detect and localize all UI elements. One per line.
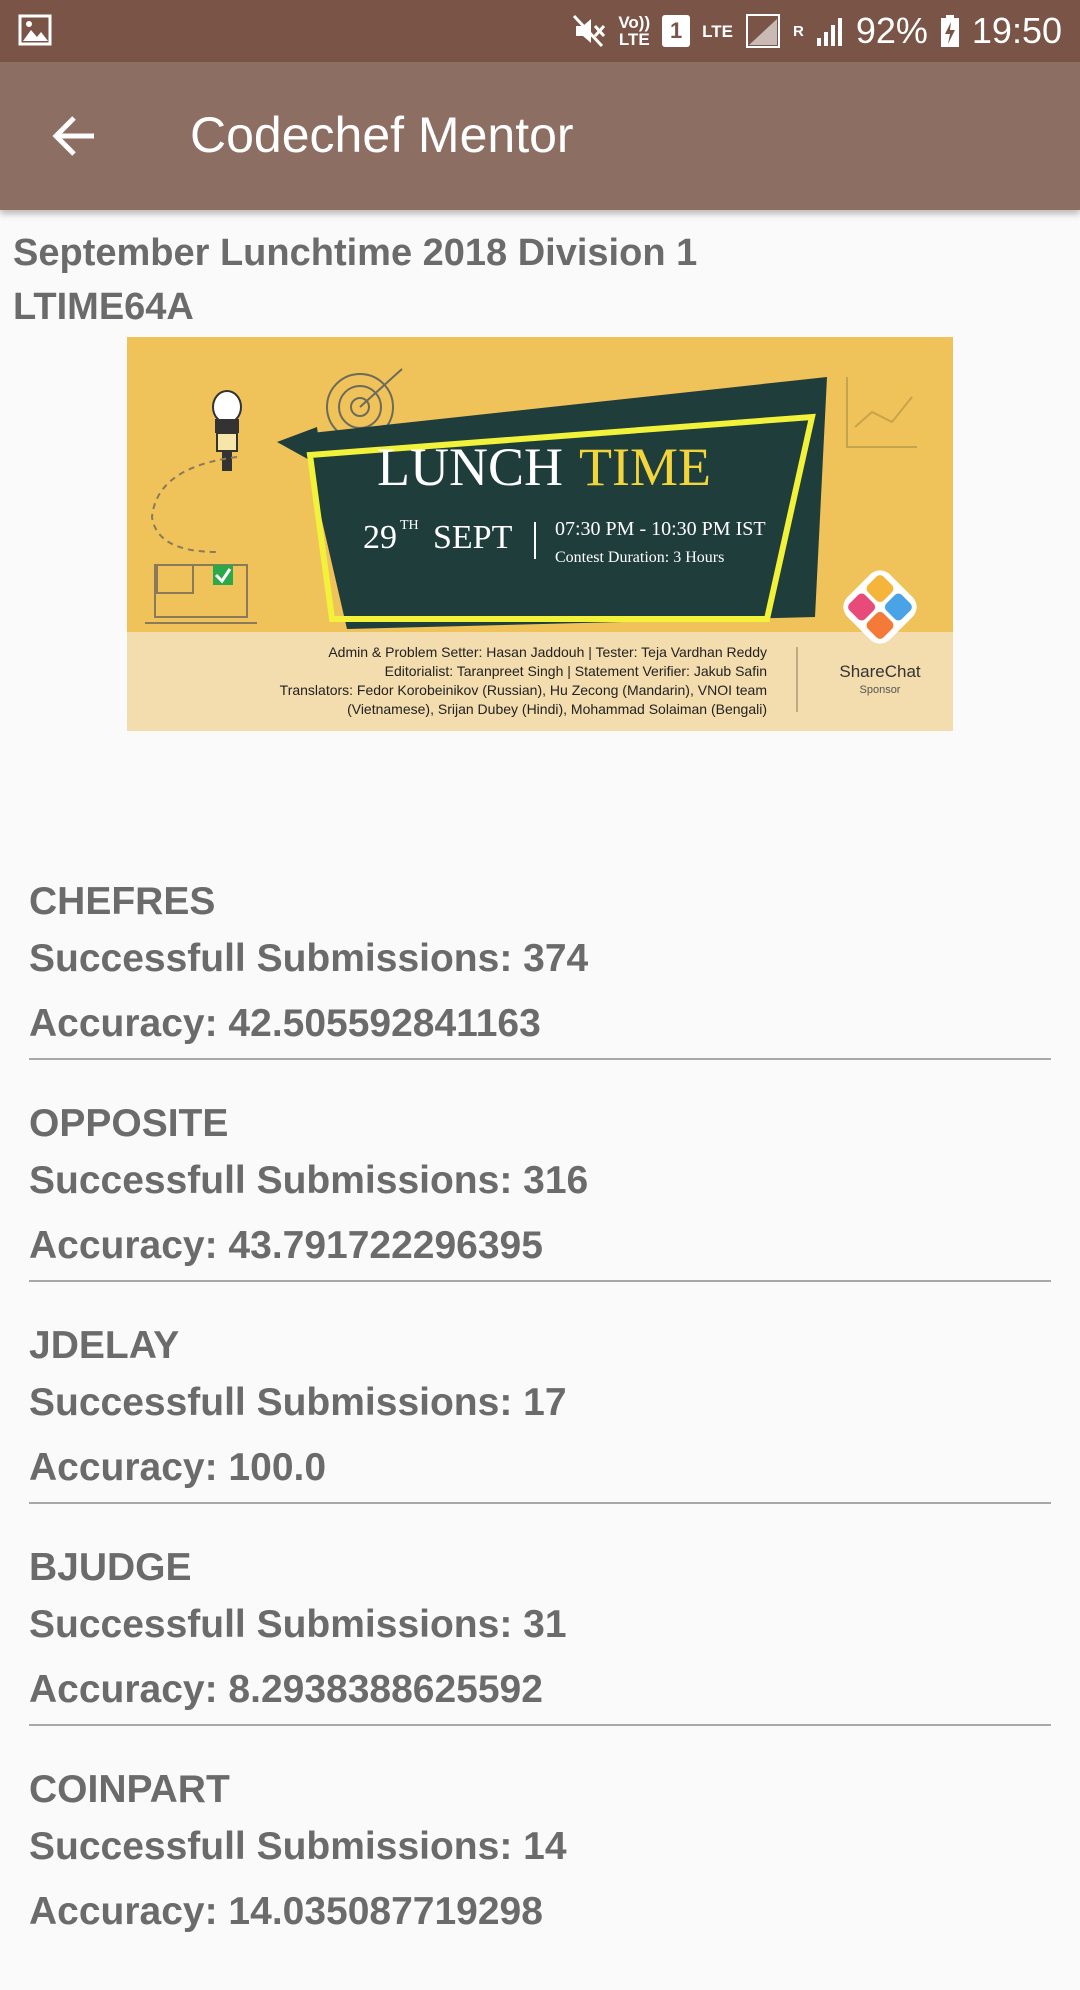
list-item[interactable]: COINPART Successfull Submissions: 14 Acc… <box>29 1768 1051 1990</box>
banner-title-white: LUNCH <box>377 437 563 497</box>
banner-date-month: SEPT <box>433 519 513 556</box>
volte-top-text: Vo)) <box>618 13 651 32</box>
signal-bars-icon <box>816 18 842 46</box>
sponsor-name: ShareChat <box>839 662 921 681</box>
divider <box>29 1502 1051 1504</box>
status-bar: Vo)) LTE 1 LTE R 92% 19:50 <box>0 0 1080 62</box>
problem-submissions: Successfull Submissions: 31 <box>29 1603 567 1646</box>
problem-accuracy: Accuracy: 43.791722296395 <box>29 1224 543 1267</box>
banner-credits-2: Editorialist: Taranpreet Singh | Stateme… <box>385 663 767 679</box>
mute-icon <box>573 14 606 48</box>
divider <box>29 1280 1051 1282</box>
sim-indicator: 1 <box>662 15 691 47</box>
problem-code: OPPOSITE <box>29 1102 229 1145</box>
back-arrow-icon <box>52 116 94 156</box>
problem-accuracy: Accuracy: 8.2938388625592 <box>29 1668 543 1711</box>
problem-submissions: Successfull Submissions: 316 <box>29 1159 589 1202</box>
banner-date-day: 29 <box>363 519 397 556</box>
roaming-indicator: R <box>793 22 804 40</box>
banner-date-suffix: TH <box>400 518 419 533</box>
contest-name: September Lunchtime 2018 Division 1 <box>13 232 698 274</box>
app-title: Codechef Mentor <box>190 107 574 163</box>
problem-code: COINPART <box>29 1768 230 1811</box>
problem-code: CHEFRES <box>29 880 216 923</box>
problem-accuracy: Accuracy: 100.0 <box>29 1446 327 1489</box>
contest-header: September Lunchtime 2018 Division 1 LTIM… <box>13 226 697 334</box>
list-item[interactable]: OPPOSITE Successfull Submissions: 316 Ac… <box>29 1102 1051 1324</box>
problem-accuracy: Accuracy: 42.505592841163 <box>29 1002 541 1045</box>
banner-title-yellow: TIME <box>579 437 711 497</box>
problem-code: BJUDGE <box>29 1546 192 1589</box>
divider <box>29 1058 1051 1060</box>
banner-time-range: 07:30 PM - 10:30 PM IST <box>555 518 766 540</box>
volte-bottom-text: LTE <box>618 30 650 49</box>
lte-indicator: LTE <box>702 21 733 41</box>
battery-icon <box>940 15 959 47</box>
signal-icon <box>746 14 780 48</box>
banner-credits-1: Admin & Problem Setter: Hasan Jaddouh | … <box>328 644 767 660</box>
banner-credits-3: Translators: Fedor Korobeinikov (Russian… <box>280 682 767 698</box>
banner-duration: Contest Duration: 3 Hours <box>555 549 724 566</box>
clock: 19:50 <box>971 10 1062 51</box>
battery-percent: 92% <box>855 10 928 51</box>
list-item[interactable]: JDELAY Successfull Submissions: 17 Accur… <box>29 1324 1051 1546</box>
sponsor-label: Sponsor <box>860 684 901 696</box>
problem-submissions: Successfull Submissions: 17 <box>29 1381 567 1424</box>
contest-banner: LUNCH TIME 29 TH SEPT 07:30 PM - 10:30 P… <box>127 337 953 731</box>
app-bar: Codechef Mentor <box>0 62 1080 210</box>
contest-code: LTIME64A <box>13 286 194 328</box>
volte-indicator: Vo)) LTE <box>618 14 650 48</box>
gallery-icon <box>18 14 52 46</box>
problem-code: JDELAY <box>29 1324 180 1367</box>
banner-credits-4: (Vietnamese), Srijan Dubey (Hindi), Moha… <box>347 701 767 717</box>
divider <box>29 1724 1051 1726</box>
list-item[interactable]: CHEFRES Successfull Submissions: 374 Acc… <box>29 880 1051 1102</box>
back-button[interactable] <box>40 102 108 170</box>
problem-submissions: Successfull Submissions: 14 <box>29 1825 567 1868</box>
problem-submissions: Successfull Submissions: 374 <box>29 937 589 980</box>
list-item[interactable]: BJUDGE Successfull Submissions: 31 Accur… <box>29 1546 1051 1768</box>
problem-accuracy: Accuracy: 14.035087719298 <box>29 1890 543 1933</box>
